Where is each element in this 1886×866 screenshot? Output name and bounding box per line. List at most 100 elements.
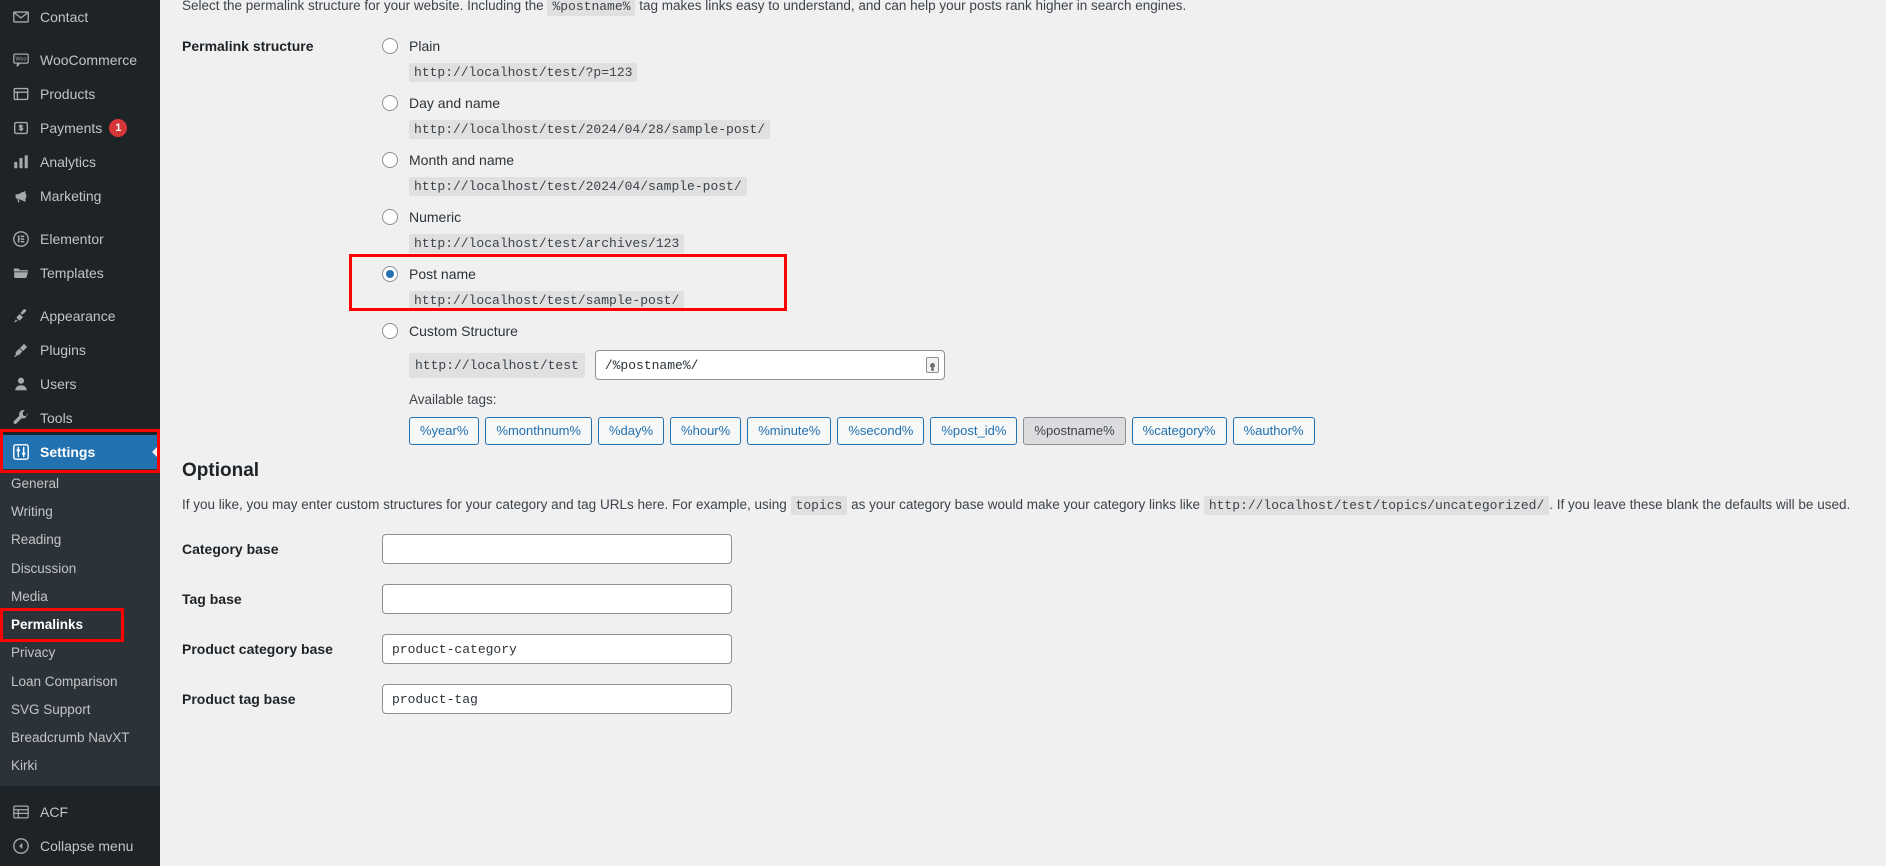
submenu-item-permalinks[interactable]: Permalinks xyxy=(0,611,160,639)
tag-button-postname[interactable]: %postname% xyxy=(1023,417,1125,445)
tag-button-category[interactable]: %category% xyxy=(1132,417,1227,445)
sidebar-item-contact[interactable]: Contact xyxy=(0,0,160,34)
permalink-example-day-and-name: http://localhost/test/2024/04/28/sample-… xyxy=(409,120,770,138)
submenu-item-media[interactable]: Media xyxy=(0,583,160,611)
sidebar-item-label-plugins: Plugins xyxy=(40,343,86,357)
permalink-radio-line-custom-structure[interactable]: Custom Structure xyxy=(382,321,1315,341)
permalink-example-code-plain: http://localhost/test/?p=123 xyxy=(409,63,637,82)
main-content: Select the permalink structure for your … xyxy=(160,0,1886,866)
sidebar-item-plugins[interactable]: Plugins xyxy=(0,333,160,367)
radio-day-and-name[interactable] xyxy=(382,95,398,111)
custom-structure-input[interactable] xyxy=(595,350,945,380)
radio-label-numeric: Numeric xyxy=(409,209,461,225)
permalink-intro-text: Select the permalink structure for your … xyxy=(182,0,1186,17)
input-tag-base[interactable] xyxy=(382,584,732,614)
label-product-category-base: Product category base xyxy=(182,641,382,657)
tag-button-second[interactable]: %second% xyxy=(837,417,924,445)
sidebar-item-label-payments: Payments xyxy=(40,121,102,135)
sidebar-item-elementor[interactable]: Elementor xyxy=(0,222,160,256)
radio-post-name[interactable] xyxy=(382,266,398,282)
submenu-item-discussion[interactable]: Discussion xyxy=(0,555,160,583)
submenu-item-privacy[interactable]: Privacy xyxy=(0,639,160,667)
radio-month-and-name[interactable] xyxy=(382,152,398,168)
permalink-radio-line-plain[interactable]: Plain xyxy=(382,36,1315,56)
input-product-category-base[interactable] xyxy=(382,634,732,664)
permalink-example-code-post-name: http://localhost/test/sample-post/ xyxy=(409,291,684,310)
tag-button-post_id[interactable]: %post_id% xyxy=(930,417,1017,445)
sidebar-item-payments[interactable]: Payments 1 xyxy=(0,111,160,145)
sidebar-item-label-templates: Templates xyxy=(40,266,104,280)
envelope-icon xyxy=(11,7,31,27)
submenu-item-loan-comparison[interactable]: Loan Comparison xyxy=(0,668,160,696)
optional-code-url: http://localhost/test/topics/uncategoriz… xyxy=(1204,496,1549,515)
sidebar-item-users[interactable]: Users xyxy=(0,367,160,401)
tag-button-day[interactable]: %day% xyxy=(598,417,664,445)
submenu-item-svg-support[interactable]: SVG Support xyxy=(0,696,160,724)
sidebar-item-label-elementor: Elementor xyxy=(40,232,104,246)
sidebar-item-acf[interactable]: ACF xyxy=(0,795,160,829)
submenu-item-breadcrumb-navxt[interactable]: Breadcrumb NavXT xyxy=(0,724,160,752)
permalink-radio-line-month-and-name[interactable]: Month and name xyxy=(382,150,1315,170)
submenu-item-reading[interactable]: Reading xyxy=(0,526,160,554)
submenu-item-kirki[interactable]: Kirki xyxy=(0,752,160,780)
sidebar-item-products[interactable]: Products xyxy=(0,77,160,111)
folder-icon xyxy=(11,263,31,283)
permalink-radio-line-post-name[interactable]: Post name xyxy=(382,264,1315,284)
payments-icon xyxy=(11,118,31,138)
sidebar-item-marketing[interactable]: Marketing xyxy=(0,179,160,213)
sidebar-item-templates[interactable]: Templates xyxy=(0,256,160,290)
tag-button-hour[interactable]: %hour% xyxy=(670,417,741,445)
tag-button-minute[interactable]: %minute% xyxy=(747,417,831,445)
radio-plain[interactable] xyxy=(382,38,398,54)
permalink-example-code-numeric: http://localhost/test/archives/123 xyxy=(409,234,684,253)
radio-label-day-and-name: Day and name xyxy=(409,95,500,111)
tag-button-monthnum[interactable]: %monthnum% xyxy=(485,417,592,445)
available-tags-label: Available tags: xyxy=(409,392,1315,407)
active-menu-arrow xyxy=(152,444,160,460)
radio-numeric[interactable] xyxy=(382,209,398,225)
permalink-radio-line-numeric[interactable]: Numeric xyxy=(382,207,1315,227)
sidebar-item-label-settings: Settings xyxy=(40,445,95,459)
optional-desc-part2: as your category base would make your ca… xyxy=(851,497,1200,512)
wrench-icon xyxy=(11,408,31,428)
sidebar-item-tools[interactable]: Tools xyxy=(0,401,160,435)
menu-divider xyxy=(0,786,160,795)
permalink-example-code-day-and-name: http://localhost/test/2024/04/28/sample-… xyxy=(409,120,770,139)
submenu-item-writing[interactable]: Writing xyxy=(0,498,160,526)
collapse-arrow-icon xyxy=(11,836,31,856)
permalink-example-code-month-and-name: http://localhost/test/2024/04/sample-pos… xyxy=(409,177,747,196)
radio-custom-structure[interactable] xyxy=(382,323,398,339)
permalink-example-numeric: http://localhost/test/archives/123 xyxy=(409,234,684,252)
sidebar-item-label-users: Users xyxy=(40,377,77,391)
tag-button-year[interactable]: %year% xyxy=(409,417,479,445)
sidebar-item-analytics[interactable]: Analytics xyxy=(0,145,160,179)
optional-desc-part3: . If you leave these blank the defaults … xyxy=(1549,497,1850,512)
input-product-tag-base[interactable] xyxy=(382,684,732,714)
tag-button-author[interactable]: %author% xyxy=(1233,417,1315,445)
sidebar-item-settings[interactable]: Settings xyxy=(0,435,160,469)
collapse-menu-label: Collapse menu xyxy=(40,839,133,853)
optional-code-topics: topics xyxy=(791,496,848,515)
permalink-radio-line-day-and-name[interactable]: Day and name xyxy=(382,93,1315,113)
sidebar-item-label-contact: Contact xyxy=(40,10,88,24)
submenu-item-general[interactable]: General xyxy=(0,470,160,498)
sidebar-item-appearance[interactable]: Appearance xyxy=(0,299,160,333)
collapse-menu-button[interactable]: Collapse menu xyxy=(0,829,160,863)
sliders-icon xyxy=(11,442,31,462)
plug-icon xyxy=(11,340,31,360)
radio-label-post-name: Post name xyxy=(409,266,476,282)
permalink-option-custom-structure: Custom Structurehttp://localhost/testAva… xyxy=(382,321,1315,445)
acf-icon xyxy=(11,802,31,822)
intro-part1: Select the permalink structure for your … xyxy=(182,0,544,13)
input-category-base[interactable] xyxy=(382,534,732,564)
password-manager-icon[interactable] xyxy=(926,357,939,373)
permalink-example-plain: http://localhost/test/?p=123 xyxy=(409,63,637,81)
intro-part2: tag makes links easy to understand, and … xyxy=(639,0,1186,13)
optional-section-description: If you like, you may enter custom struct… xyxy=(182,495,1850,516)
permalink-options-list: Plain http://localhost/test/?p=123 Day and… xyxy=(382,36,1315,457)
sidebar-item-woocommerce[interactable]: WooWooCommerce xyxy=(0,43,160,77)
permalink-example-post-name: http://localhost/test/sample-post/ xyxy=(409,291,684,309)
permalink-example-month-and-name: http://localhost/test/2024/04/sample-pos… xyxy=(409,177,747,195)
radio-label-plain: Plain xyxy=(409,38,440,54)
sidebar-badge-payments: 1 xyxy=(109,119,127,137)
